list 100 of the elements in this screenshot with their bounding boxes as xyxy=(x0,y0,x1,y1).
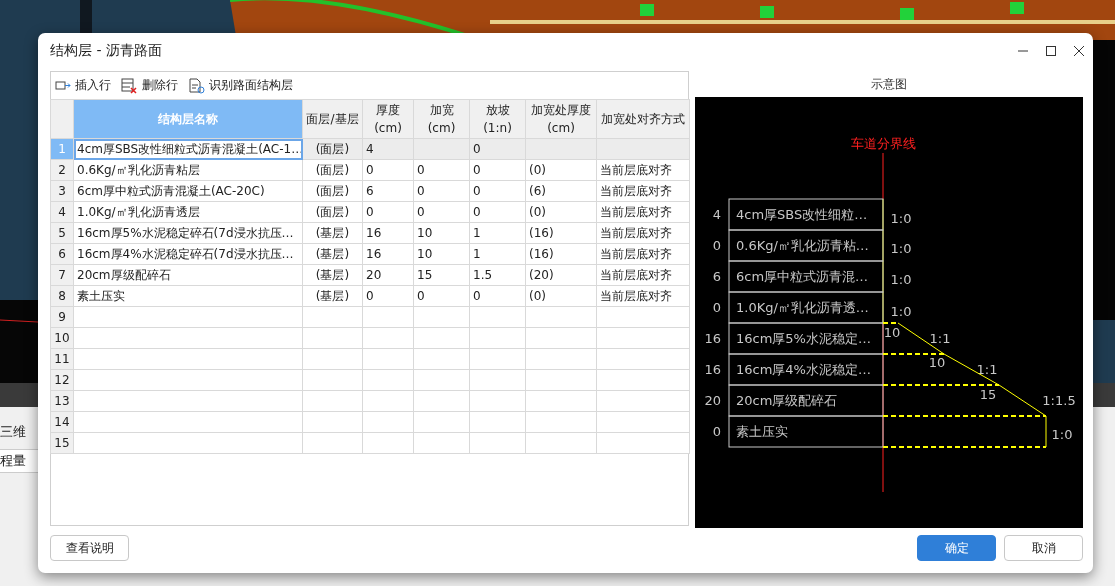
row-number: 3 xyxy=(50,180,74,202)
table-cell: 20 xyxy=(366,268,382,282)
layer-label: 素土压实 xyxy=(736,424,788,439)
table-cell: 6cm厚中粒式沥青混凝土(AC-20C) xyxy=(77,183,265,198)
table-cell: 0 xyxy=(473,163,481,177)
layer-label: 1.0Kg/㎡乳化沥青透… xyxy=(736,300,869,315)
table-cell: 16cm厚4%水泥稳定碎石(7d浸水抗压… xyxy=(77,246,294,261)
column-header[interactable]: 放坡 (1:n) xyxy=(469,99,526,139)
table-cell: 16 xyxy=(366,247,382,261)
toolbar-button[interactable]: 识别路面结构层 xyxy=(188,77,293,94)
table-cell: (面层) xyxy=(315,183,350,198)
table-cell: (0) xyxy=(529,205,546,219)
table-row[interactable]: 3 6cm厚中粒式沥青混凝土(AC-20C) (面层) 6 0 0 (6) 当前层底对齐 xyxy=(50,180,690,202)
table-row[interactable]: 12 xyxy=(50,369,690,391)
layer-thickness: 0 xyxy=(712,424,721,439)
table-row[interactable]: 10 xyxy=(50,327,690,349)
widen-label: 15 xyxy=(979,387,997,402)
slope-ratio: 1:0 xyxy=(1051,427,1073,442)
row-number: 12 xyxy=(50,369,74,391)
table-row[interactable]: 4 1.0Kg/㎡乳化沥青透层 (面层) 0 0 0 (0) 当前层底对齐 xyxy=(50,201,690,223)
slope-ratio: 1:0 xyxy=(890,211,912,226)
table-cell: 1 xyxy=(473,247,481,261)
layer-thickness: 0 xyxy=(712,238,721,253)
table-cell: 15 xyxy=(417,268,433,282)
table-cell: (0) xyxy=(529,163,546,177)
table-row[interactable]: 6 16cm厚4%水泥稳定碎石(7d浸水抗压… (基层) 16 10 1 (16) 当前层底对齐 xyxy=(50,243,690,265)
table-cell: 0 xyxy=(366,163,374,177)
slope-ratio: 1:0 xyxy=(890,304,912,319)
table-cell: (基层) xyxy=(315,267,350,282)
column-header[interactable]: 加宽处对齐方式 xyxy=(596,99,690,139)
table-cell: 10 xyxy=(417,247,433,261)
slope-ratio: 1:1 xyxy=(976,362,998,377)
table-row[interactable]: 7 20cm厚级配碎石 (基层) 20 15 1.5 (20) 当前层底对齐 xyxy=(50,264,690,286)
row-number: 7 xyxy=(50,264,74,286)
row-number: 1 xyxy=(50,138,74,160)
table-cell: 当前层底对齐 xyxy=(600,183,672,198)
table-cell: 当前层底对齐 xyxy=(600,246,672,261)
row-number: 14 xyxy=(50,411,74,433)
column-header[interactable]: 面层/基层 xyxy=(302,99,363,139)
layer-thickness: 20 xyxy=(704,393,721,408)
layer-thickness: 6 xyxy=(712,269,721,284)
layer-label: 6cm厚中粒式沥青混… xyxy=(736,269,869,284)
table-row[interactable]: 8 素土压实 (基层) 0 0 0 (0) 当前层底对齐 xyxy=(50,285,690,307)
table-row[interactable]: 1 4cm厚SBS改性细粒式沥青混凝土(AC-1… (面层) 4 0 xyxy=(50,138,690,160)
table-cell: (面层) xyxy=(315,162,350,177)
widen-label: 10 xyxy=(928,355,946,370)
table-row[interactable]: 2 0.6Kg/㎡乳化沥青粘层 (面层) 0 0 0 (0) 当前层底对齐 xyxy=(50,159,690,181)
widen-label: 10 xyxy=(883,325,901,340)
diagram-title: 示意图 xyxy=(870,75,908,93)
toolbar-button[interactable]: 删除行 xyxy=(121,77,178,94)
table-row[interactable]: 5 16cm厚5%水泥稳定碎石(7d浸水抗压… (基层) 16 10 1 (16) 当前层底对齐 xyxy=(50,222,690,244)
table-cell: 16 xyxy=(366,226,382,240)
column-header[interactable]: 加宽 (cm) xyxy=(413,99,470,139)
confirm-button[interactable]: 确定 xyxy=(917,535,996,561)
dialog-button[interactable]: 取消 xyxy=(1004,535,1083,561)
row-number: 10 xyxy=(50,327,74,349)
table-cell: (基层) xyxy=(315,225,350,240)
dialog-button[interactable]: 查看说明 xyxy=(50,535,129,561)
table-cell: 0 xyxy=(473,142,481,156)
table-cell: (20) xyxy=(529,268,554,282)
table-cell: (基层) xyxy=(315,288,350,303)
row-number: 6 xyxy=(50,243,74,265)
table-row[interactable]: 14 xyxy=(50,411,690,433)
toolbar-button[interactable]: 插入行 xyxy=(55,77,111,94)
row-number: 9 xyxy=(50,306,74,328)
table-cell: 0 xyxy=(417,205,425,219)
table-row[interactable]: 13 xyxy=(50,390,690,412)
lane-divider-label: 车道分界线 xyxy=(850,136,916,151)
table-row[interactable]: 11 xyxy=(50,348,690,370)
table-cell: 1 xyxy=(473,226,481,240)
table-cell: 20cm厚级配碎石 xyxy=(77,267,171,282)
table-cell: 0 xyxy=(366,205,374,219)
layer-thickness: 4 xyxy=(712,207,721,222)
row-number: 11 xyxy=(50,348,74,370)
table-cell: 0 xyxy=(417,163,425,177)
slope-ratio: 1:1.5 xyxy=(1042,393,1076,408)
table-cell: 0 xyxy=(473,184,481,198)
table-cell: (面层) xyxy=(315,204,350,219)
row-number: 4 xyxy=(50,201,74,223)
row-number: 5 xyxy=(50,222,74,244)
layer-label: 20cm厚级配碎石 xyxy=(736,393,838,408)
table-cell: 4cm厚SBS改性细粒式沥青混凝土(AC-1… xyxy=(77,141,304,156)
table-row[interactable]: 9 xyxy=(50,306,690,328)
table-cell: 素土压实 xyxy=(77,288,125,303)
table-cell: 0 xyxy=(417,184,425,198)
column-header[interactable]: 加宽处厚度 (cm) xyxy=(525,99,597,139)
table-cell: (16) xyxy=(529,226,554,240)
table-cell: (16) xyxy=(529,247,554,261)
row-number: 8 xyxy=(50,285,74,307)
table-cell: 当前层底对齐 xyxy=(600,162,672,177)
tab-label[interactable]: 三维 xyxy=(0,421,40,443)
layer-thickness: 0 xyxy=(712,300,721,315)
table-cell: 1.5 xyxy=(473,268,493,282)
layer-label: 4cm厚SBS改性细粒… xyxy=(736,207,868,222)
table-cell: (6) xyxy=(529,184,546,198)
column-header[interactable]: 厚度 (cm) xyxy=(362,99,414,139)
table-row[interactable]: 15 xyxy=(50,432,690,454)
window-title: 结构层 - 沥青路面 xyxy=(50,42,163,60)
slope-ratio: 1:0 xyxy=(890,272,912,287)
table-cell: 0 xyxy=(473,205,481,219)
